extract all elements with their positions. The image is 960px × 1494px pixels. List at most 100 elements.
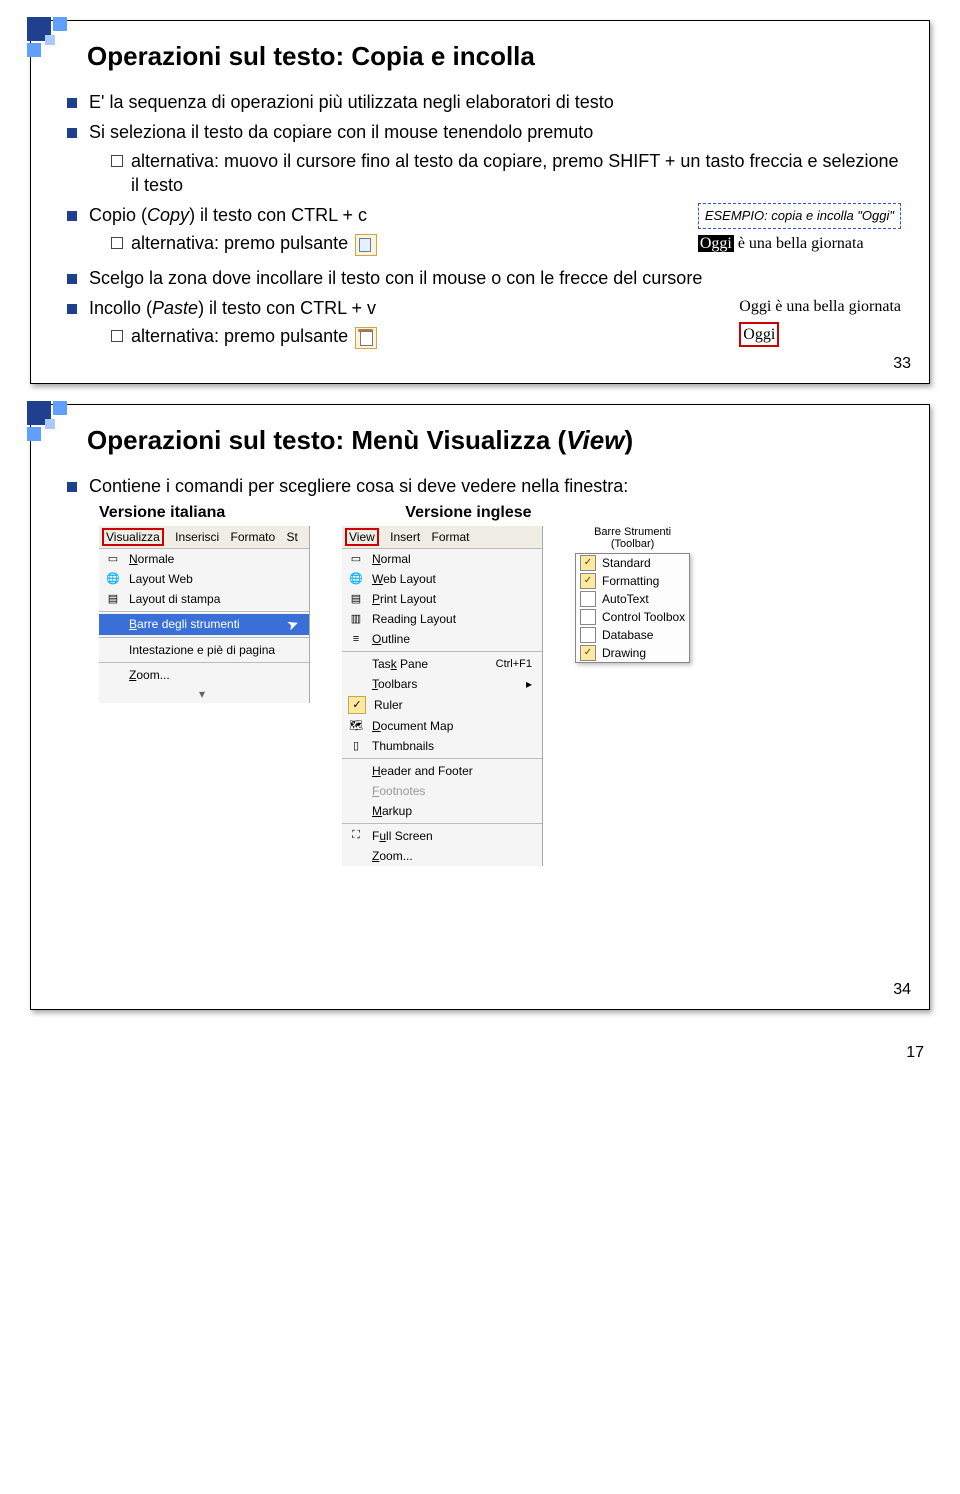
slide-2-number: 34	[893, 981, 911, 999]
cursor-arrow-icon: ➤	[285, 614, 302, 634]
bullet-paste-it: Paste	[152, 298, 198, 318]
result-line-2-highlight: Oggi	[739, 322, 779, 348]
slide-2-body: Contiene i comandi per scegliere cosa si…	[67, 474, 901, 498]
bullet-copy-pre: Copio (	[89, 205, 147, 225]
web-layout-icon: 🌐	[105, 571, 121, 587]
flyout-item-database[interactable]: Database	[576, 626, 689, 644]
en-item-thumbnails[interactable]: ▯Thumbnails	[342, 736, 542, 756]
it-item-barre-strumenti[interactable]: Barre degli strumenti ➤	[99, 614, 309, 635]
en-item-task-pane[interactable]: Task PaneCtrl+F1	[342, 654, 542, 674]
checkbox-off-icon	[580, 609, 596, 625]
slide-1-number: 33	[893, 355, 911, 373]
it-item-intestazione[interactable]: Intestazione e piè di pagina	[99, 640, 309, 660]
flyout-item-formatting[interactable]: Formatting	[576, 572, 689, 590]
toolbar-flyout-block: Barre Strumenti (Toolbar) Standard Forma…	[575, 526, 690, 663]
bullet-copy-post: ) il testo con CTRL + c	[189, 205, 367, 225]
slide-1-body: E' la sequenza di operazioni più utilizz…	[67, 90, 901, 353]
en-item-document-map[interactable]: 🗺Document Map	[342, 716, 542, 736]
corner-decoration-icon	[27, 401, 81, 455]
english-view-menu: View Insert Format ▭Normal 🌐Web Layout ▤…	[342, 526, 543, 866]
example-selected-word: Oggi	[698, 235, 734, 252]
toolbar-flyout: Standard Formatting AutoText Control Too…	[575, 553, 690, 663]
bullet-select-alt: alternativa: muovo il cursore fino al te…	[111, 149, 901, 198]
corner-decoration-icon	[27, 17, 81, 71]
it-item-normale[interactable]: ▭Normale	[99, 549, 309, 569]
en-item-outline[interactable]: ≡Outline	[342, 629, 542, 649]
column-labels: Versione italiana Versione inglese	[99, 504, 901, 522]
flyout-item-standard[interactable]: Standard	[576, 554, 689, 572]
en-item-reading-layout[interactable]: ▥Reading Layout	[342, 609, 542, 629]
bullet-choose-zone: Scelgo la zona dove incollare il testo c…	[67, 266, 901, 290]
checkbox-on-icon	[580, 555, 596, 571]
normal-view-icon: ▭	[105, 551, 121, 567]
en-item-web-layout[interactable]: 🌐Web Layout	[342, 569, 542, 589]
en-item-footnotes[interactable]: Footnotes	[342, 781, 542, 801]
it-menubar-inserisci[interactable]: Inserisci	[175, 530, 219, 544]
en-item-zoom[interactable]: Zoom...	[342, 846, 542, 866]
thumbnails-icon: ▯	[348, 738, 364, 754]
checkbox-off-icon	[580, 627, 596, 643]
slide-2: Operazioni sul testo: Menù Visualizza (V…	[30, 404, 930, 1010]
en-menubar-format[interactable]: Format	[432, 530, 470, 544]
docmap-icon: 🗺	[348, 718, 364, 734]
result-line-1: Oggi è una bella giornata	[739, 296, 901, 318]
blank-icon	[105, 616, 121, 632]
print-layout-icon: ▤	[105, 591, 121, 607]
col-label-en: Versione inglese	[405, 504, 531, 522]
outline-icon: ≡	[348, 631, 364, 647]
slide-2-title: Operazioni sul testo: Menù Visualizza (V…	[87, 425, 901, 456]
flyout-title: Barre Strumenti (Toolbar)	[575, 526, 690, 550]
en-menubar-view[interactable]: View	[345, 528, 379, 546]
bullet-select-text: Si seleziona il testo da copiare con il …	[89, 122, 593, 142]
en-item-print-layout[interactable]: ▤Print Layout	[342, 589, 542, 609]
en-item-header-footer[interactable]: Header and Footer	[342, 761, 542, 781]
en-menubar-insert[interactable]: Insert	[390, 530, 420, 544]
en-item-full-screen[interactable]: ⛶Full Screen	[342, 826, 542, 846]
bullet-select: Si seleziona il testo da copiare con il …	[67, 120, 901, 197]
en-item-toolbars[interactable]: Toolbars▸	[342, 674, 542, 694]
check-icon: ✓	[348, 696, 366, 714]
example-result: Oggi è una bella giornata Oggi	[739, 296, 901, 347]
flyout-item-drawing[interactable]: Drawing	[576, 644, 689, 662]
flyout-item-autotext[interactable]: AutoText	[576, 590, 689, 608]
en-item-normal[interactable]: ▭Normal	[342, 549, 542, 569]
it-menubar-visualizza[interactable]: Visualizza	[102, 528, 164, 546]
bullet-paste-post: ) il testo con CTRL + v	[198, 298, 376, 318]
master-page-number: 17	[906, 1044, 924, 1062]
it-item-expand[interactable]: ▾	[99, 685, 309, 703]
checkbox-on-icon	[580, 573, 596, 589]
checkbox-on-icon	[580, 645, 596, 661]
bullet-seq: E' la sequenza di operazioni più utilizz…	[67, 90, 901, 114]
normal-view-icon: ▭	[348, 551, 364, 567]
bullet-copy-alt: alternativa: premo pulsante	[111, 231, 682, 255]
bullet-copy-row: Copio (Copy) il testo con CTRL + c alter…	[67, 203, 901, 260]
en-item-ruler[interactable]: ✓Ruler	[342, 694, 542, 716]
en-item-markup[interactable]: Markup	[342, 801, 542, 821]
it-menubar: Visualizza Inserisci Formato St	[99, 526, 309, 549]
menus-row: Visualizza Inserisci Formato St ▭Normale…	[99, 526, 901, 866]
example-caption: ESEMPIO: copia e incolla "Oggi"	[698, 203, 901, 229]
it-menubar-formato[interactable]: Formato	[231, 530, 276, 544]
it-item-layout-web[interactable]: 🌐Layout Web	[99, 569, 309, 589]
slide-1: Operazioni sul testo: Copia e incolla E'…	[30, 20, 930, 384]
copy-icon	[355, 234, 377, 256]
web-layout-icon: 🌐	[348, 571, 364, 587]
fullscreen-icon: ⛶	[348, 828, 364, 844]
it-item-layout-stampa[interactable]: ▤Layout di stampa	[99, 589, 309, 609]
paste-icon	[355, 327, 377, 349]
it-menubar-more: St	[287, 530, 298, 544]
checkbox-off-icon	[580, 591, 596, 607]
reading-layout-icon: ▥	[348, 611, 364, 627]
bullet-contains: Contiene i comandi per scegliere cosa si…	[67, 474, 901, 498]
example-block: ESEMPIO: copia e incolla "Oggi" Oggi è u…	[698, 203, 901, 254]
example-source-line: Oggi è una bella giornata	[698, 233, 864, 255]
flyout-item-control-toolbox[interactable]: Control Toolbox	[576, 608, 689, 626]
it-item-zoom[interactable]: Zoom...	[99, 665, 309, 685]
bullet-paste-alt: alternativa: premo pulsante	[111, 324, 723, 348]
italian-view-menu: Visualizza Inserisci Formato St ▭Normale…	[99, 526, 310, 703]
bullet-paste-row: Incollo (Paste) il testo con CTRL + v al…	[67, 296, 901, 353]
en-menubar: View Insert Format	[342, 526, 542, 549]
print-layout-icon: ▤	[348, 591, 364, 607]
col-label-it: Versione italiana	[99, 504, 225, 522]
slide-1-title: Operazioni sul testo: Copia e incolla	[87, 41, 901, 72]
